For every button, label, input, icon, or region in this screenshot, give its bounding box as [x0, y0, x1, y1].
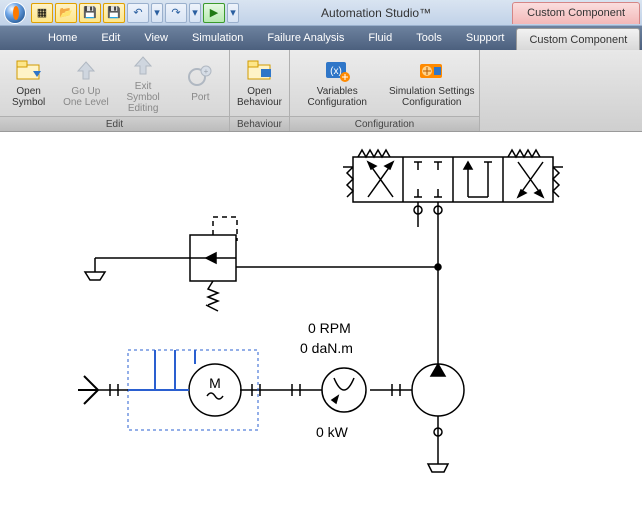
relief-valve-symbol [190, 217, 237, 311]
sim-settings-config-button[interactable]: Simulation Settings Configuration [385, 50, 480, 116]
svg-text:M: M [209, 375, 221, 391]
reading-power: 0 kW [316, 424, 348, 440]
qat-play-dropdown-icon[interactable]: ▾ [227, 3, 239, 23]
qat-undo-icon[interactable]: ↶ [127, 3, 149, 23]
tab-view[interactable]: View [132, 26, 180, 50]
context-tab-label: Custom Component [512, 2, 640, 24]
tab-custom-component[interactable]: Custom Component [516, 28, 640, 50]
tab-edit[interactable]: Edit [89, 26, 132, 50]
sim-settings-icon [418, 58, 446, 84]
port-button: + Port [172, 50, 229, 116]
directional-valve-symbol [343, 150, 563, 202]
titlebar: ▦ 📂 💾 💾 ↶ ▾ ↷ ▾ ▶ ▾ Automation Studio™ C… [0, 0, 642, 26]
group-label-edit: Edit [0, 116, 229, 131]
ribbon-group-configuration: (x) Variables Configuration Simulation S… [290, 50, 480, 131]
ribbon-group-edit: Open Symbol Go Up One Level Exit Symbol … [0, 50, 230, 131]
arrow-up-exit-icon [129, 53, 157, 79]
ribbon-group-behaviour: Open Behaviour Behaviour [230, 50, 290, 131]
open-behaviour-icon [246, 58, 274, 84]
svg-text:(x): (x) [330, 66, 342, 77]
app-icon[interactable] [4, 2, 26, 24]
schematic-canvas[interactable]: M 0 RPM 0 daN.m 0 kW [0, 132, 642, 527]
group-label-behaviour: Behaviour [230, 116, 289, 131]
reading-rpm: 0 RPM [308, 320, 351, 336]
tab-support[interactable]: Support [454, 26, 517, 50]
variables-config-button[interactable]: (x) Variables Configuration [290, 50, 385, 116]
qat-play-icon[interactable]: ▶ [203, 3, 225, 23]
port-icon: + [186, 64, 214, 90]
go-up-button: Go Up One Level [57, 50, 114, 116]
variables-icon: (x) [323, 58, 351, 84]
qat-new-icon[interactable]: ▦ [31, 3, 53, 23]
tab-failure-analysis[interactable]: Failure Analysis [255, 26, 356, 50]
svg-text:+: + [204, 67, 209, 76]
app-title: Automation Studio™ [240, 6, 512, 20]
qat-redo-icon[interactable]: ↷ [165, 3, 187, 23]
group-label-configuration: Configuration [290, 116, 479, 131]
qat-customize-icon[interactable]: ▾ [189, 3, 201, 23]
qat-open-icon[interactable]: 📂 [55, 3, 77, 23]
qat-save-icon[interactable]: 💾 [79, 3, 101, 23]
open-behaviour-button[interactable]: Open Behaviour [230, 50, 289, 116]
tab-home[interactable]: Home [36, 26, 89, 50]
pump-symbol [412, 364, 464, 416]
open-symbol-icon [15, 58, 43, 84]
electric-motor-symbol: M [189, 364, 241, 416]
ribbon: Open Symbol Go Up One Level Exit Symbol … [0, 50, 642, 132]
arrow-up-icon [72, 58, 100, 84]
tab-tools[interactable]: Tools [404, 26, 454, 50]
sensor-symbol [322, 368, 366, 412]
tab-fluid[interactable]: Fluid [356, 26, 404, 50]
qat-undo-dropdown-icon[interactable]: ▾ [151, 3, 163, 23]
tab-simulation[interactable]: Simulation [180, 26, 255, 50]
qat-saveas-icon[interactable]: 💾 [103, 3, 125, 23]
open-symbol-button[interactable]: Open Symbol [0, 50, 57, 116]
menubar: Home Edit View Simulation Failure Analys… [0, 26, 642, 50]
exit-symbol-button: Exit Symbol Editing [115, 50, 172, 116]
reading-torque: 0 daN.m [300, 340, 353, 356]
